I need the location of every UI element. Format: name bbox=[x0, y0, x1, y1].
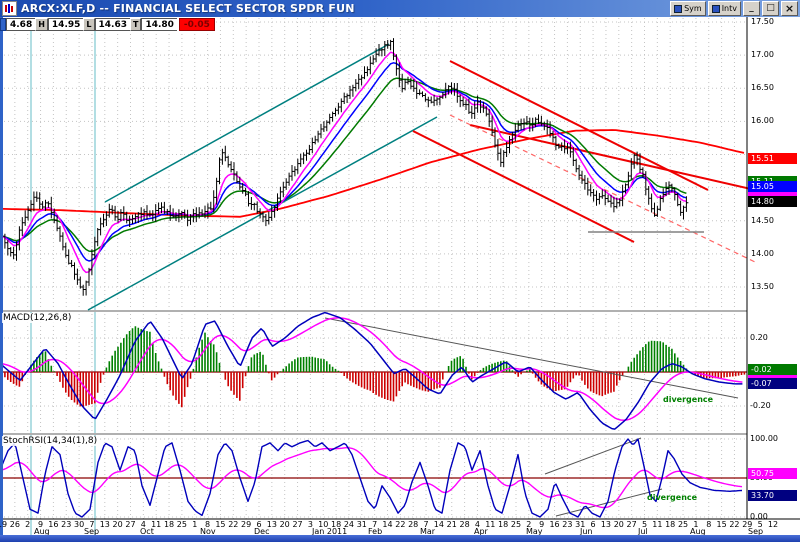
price-axis-tick: 14.50 bbox=[751, 216, 774, 225]
macd-divergence-text: divergence bbox=[663, 395, 713, 404]
last-toggle-button[interactable]: T bbox=[130, 18, 141, 31]
price-axis-tick: 16.00 bbox=[751, 116, 774, 125]
macd-axis-tick: -0.20 bbox=[750, 401, 771, 410]
macd-axis-tick: 0.20 bbox=[750, 333, 768, 342]
change-badge: -0.05 bbox=[179, 18, 215, 31]
low-value: 14.63 bbox=[95, 18, 130, 31]
price-axis-tick: 14.00 bbox=[751, 249, 774, 258]
quote-readout: 4.68 H 14.95 L 14.63 T 14.80 -0.05 bbox=[0, 18, 215, 31]
high-value: 14.95 bbox=[48, 18, 83, 31]
price-axis-tick: 16.50 bbox=[751, 83, 774, 92]
window-frame-left bbox=[0, 17, 3, 536]
chart-canvas[interactable] bbox=[0, 0, 800, 542]
stoch-axis-badge: 50.75 bbox=[748, 468, 797, 479]
price-axis-tick: 17.00 bbox=[751, 50, 774, 59]
macd-axis-badge: -0.02 bbox=[748, 364, 797, 375]
stochrsi-label: StochRSI(14,34(1),8) bbox=[2, 436, 98, 446]
window-frame-bottom bbox=[0, 535, 800, 542]
stoch-axis-tick: 100.00 bbox=[750, 434, 778, 443]
date-tick: 12 bbox=[764, 520, 782, 529]
last-value: 14.80 bbox=[141, 18, 176, 31]
app-window: ARCX:XLF,D -- FINANCIAL SELECT SECTOR SP… bbox=[0, 0, 800, 542]
price-axis-badge: 15.05 bbox=[748, 181, 797, 192]
price-axis-tick: 17.50 bbox=[751, 17, 774, 26]
low-toggle-button[interactable]: L bbox=[83, 18, 94, 31]
price-axis-badge: 14.80 bbox=[748, 196, 797, 207]
price-axis-tick: 13.50 bbox=[751, 282, 774, 291]
open-value: 4.68 bbox=[6, 18, 35, 31]
high-toggle-button[interactable]: H bbox=[35, 18, 48, 31]
macd-label: MACD(12,26,8) bbox=[2, 313, 72, 323]
macd-axis-badge: -0.07 bbox=[748, 378, 797, 389]
stoch-divergence-text: divergence bbox=[647, 493, 697, 502]
stoch-axis-badge: 33.70 bbox=[748, 490, 797, 501]
price-axis-badge: 15.51 bbox=[748, 153, 797, 164]
